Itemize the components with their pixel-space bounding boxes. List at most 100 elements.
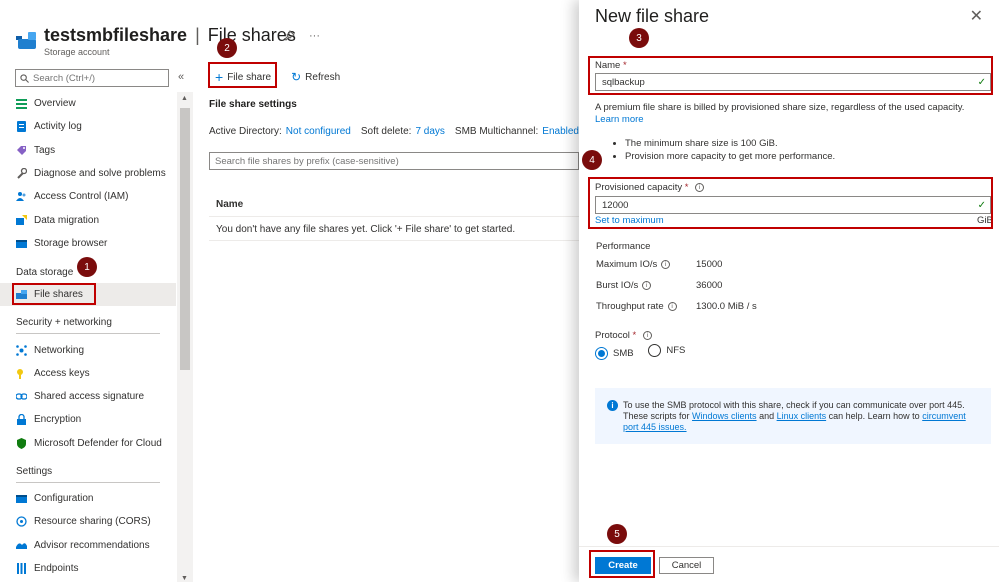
performance-title: Performance [596,241,651,252]
cancel-button[interactable]: Cancel [659,557,714,574]
activity-log-icon [16,121,27,133]
info-icon[interactable]: i [642,330,652,340]
protocol-field-label: Protocol * i [595,330,652,341]
sidebar-item-label: Advisor recommendations [34,539,150,551]
more-icon[interactable]: ··· [309,30,320,44]
protocol-nfs-label: NFS [666,345,686,356]
sidebar-item-label: Tags [34,144,56,156]
section-security-networking: Security + networking [16,306,160,335]
annotation-box-add-file-share [208,62,277,88]
file-share-settings-row: Active Directory: Not configured Soft de… [209,126,579,137]
windows-clients-link[interactable]: Windows clients [692,411,757,421]
soft-delete-link[interactable]: 7 days [415,126,444,137]
smb-port-info-box: i To use the SMB protocol with this shar… [595,388,991,444]
scrollbar-thumb[interactable] [180,108,190,370]
shield-icon [16,437,27,449]
sidebar-item-overview[interactable]: Overview [0,92,176,115]
resource-type: Storage account [44,47,110,57]
sidebar-scrollbar[interactable]: ▲ ▼ [177,92,193,582]
sidebar-item-shared-access-signature[interactable]: Shared access signature [0,385,176,408]
perf-row-max-iops: Maximum IO/s i 15000 [596,254,757,275]
data-migration-icon [16,214,27,226]
protocol-smb-radio[interactable]: SMB [595,347,634,360]
collapse-sidebar-icon[interactable]: « [178,71,184,83]
sidebar-item-label: Activity log [34,121,82,133]
info-icon: i [607,400,618,411]
search-icon [20,73,29,83]
sidebar-item-tags[interactable]: Tags [0,139,176,162]
sidebar-search[interactable] [15,69,169,87]
sidebar-item-diagnose[interactable]: Diagnose and solve problems [0,162,176,185]
file-share-search-input[interactable] [210,153,578,169]
column-header-name[interactable]: Name [216,199,243,210]
storage-browser-icon [16,238,27,249]
sidebar-item-data-migration[interactable]: Data migration [0,208,176,231]
sidebar-item-endpoints[interactable]: Endpoints [0,557,176,580]
annotation-box-file-shares [12,283,96,305]
tag-icon [16,145,27,156]
smb-multichannel-link[interactable]: Enabled [542,126,579,137]
table-row-divider [209,240,579,241]
section-settings: Settings [16,455,160,483]
sidebar-search-input[interactable] [33,72,163,84]
file-share-search[interactable] [209,152,579,170]
performance-table: Maximum IO/s i 15000 Burst IO/s i 36000 Th… [596,254,757,317]
info-icon[interactable]: i [642,280,652,290]
smb-multichannel-label: SMB Multichannel: [454,126,539,137]
close-icon[interactable]: ✕ [970,6,983,26]
perf-value: 36000 [696,280,723,291]
annotation-box-create [589,550,655,578]
info-icon[interactable]: i [667,301,677,311]
endpoints-icon [16,562,27,574]
sidebar-item-activity-log[interactable]: Activity log [0,115,176,138]
sidebar-item-encryption[interactable]: Encryption [0,408,176,431]
annotation-box-name [588,56,993,95]
sidebar-item-configuration[interactable]: Configuration [0,487,176,510]
sidebar-item-label: Configuration [34,493,94,504]
sidebar-item-label: Networking [34,344,85,356]
sidebar-item-label: Access keys [34,367,90,379]
sidebar-item-networking[interactable]: Networking [0,338,176,361]
perf-label: Maximum IO/s [596,259,658,270]
sidebar-item-advisor[interactable]: Advisor recommendations [0,533,176,556]
sidebar-item-label: Access Control (IAM) [34,191,129,203]
protocol-nfs-radio[interactable]: NFS [648,344,685,357]
sidebar-item-access-control[interactable]: Access Control (IAM) [0,185,176,208]
annotation-badge-2: 2 [217,38,237,58]
overview-icon [16,98,27,110]
protocol-radio-group: SMB NFS [595,344,697,360]
key-icon [16,368,27,379]
learn-more-link[interactable]: Learn more [595,114,644,125]
ad-value-link[interactable]: Not configured [286,126,351,137]
sidebar-item-cors[interactable]: Resource sharing (CORS) [0,510,176,533]
refresh-button[interactable]: ↻ Refresh [285,66,346,88]
lock-icon [16,414,27,426]
networking-icon [16,344,27,356]
info-icon[interactable]: i [661,259,671,269]
sidebar-item-label: Endpoints [34,562,79,574]
required-mark: * [632,330,637,341]
pin-icon[interactable] [284,30,295,44]
scroll-down-icon[interactable]: ▼ [181,575,188,582]
page-header: testsmbfileshare | File shares Storage a… [16,24,296,64]
sidebar-item-label: Data migration [34,214,100,226]
perf-label: Throughput rate [596,301,664,312]
scroll-up-icon[interactable]: ▲ [181,95,188,102]
list-item: Provision more capacity to get more perf… [625,150,991,163]
people-icon [16,191,27,202]
sidebar-item-storage-browser[interactable]: Storage browser [0,232,176,255]
sidebar-item-defender[interactable]: Microsoft Defender for Cloud [0,432,176,455]
sidebar-item-label: Diagnose and solve problems [34,168,166,180]
linux-clients-link[interactable]: Linux clients [777,411,827,421]
radio-selected-icon [595,347,608,360]
sidebar-nav: Overview Activity log Tags Diagnose and … [0,92,176,580]
perf-row-throughput: Throughput rate i 1300.0 MiB / s [596,296,757,317]
annotation-box-capacity [588,177,993,229]
info-text: and [756,411,777,421]
storage-account-icon [16,30,38,52]
sidebar-item-access-keys[interactable]: Access keys [0,362,176,385]
refresh-icon: ↻ [291,70,302,84]
header-actions: ··· [284,30,320,44]
radio-unselected-icon [648,344,662,357]
annotation-badge-4: 4 [582,150,602,170]
